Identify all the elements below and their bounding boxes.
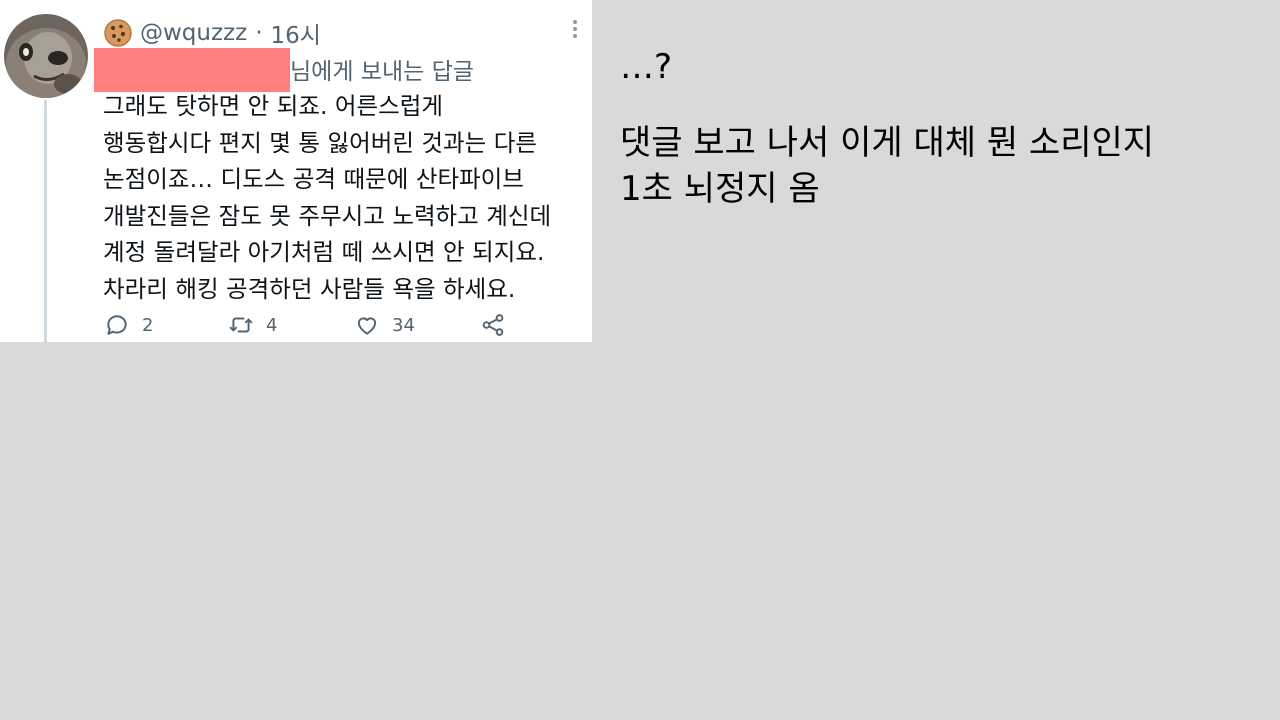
cookie-icon xyxy=(104,19,132,47)
commentary: …? 댓글 보고 나서 이게 대체 뭔 소리인지 1초 뇌정지 옴 xyxy=(620,44,1154,212)
tweet-body-line: 계정 돌려달라 아기처럼 떼 쓰시면 안 되지요. xyxy=(103,238,545,266)
more-icon[interactable] xyxy=(569,18,581,40)
reply-count: 2 xyxy=(142,314,154,336)
tweet-body-line: 행동합시다 편지 몇 통 잃어버린 것과는 다른 xyxy=(103,128,537,157)
like-icon xyxy=(357,317,377,335)
like-button[interactable]: 34 xyxy=(354,312,415,338)
retweet-count: 4 xyxy=(266,314,278,336)
tweet-timestamp[interactable]: 16시 xyxy=(271,16,321,50)
retweet-icon xyxy=(229,317,253,333)
tweet-body-line: 그래도 탓하면 안 되죠. 어른스럽게 xyxy=(103,92,444,120)
comment-gap xyxy=(620,90,1154,120)
author-handle[interactable]: @wquzzz xyxy=(140,20,247,46)
tweet-header: @wquzzz · 16시 xyxy=(104,16,321,50)
thread-line xyxy=(44,100,47,342)
tweet-card: @wquzzz · 16시 님에게 보내는 답글 그래도 탓하면 안 되죠. 어… xyxy=(0,0,592,342)
tweet-body-line: 차라리 해킹 공격하던 사람들 욕을 하세요. xyxy=(103,274,516,303)
tweet-body-line: 개발진들은 잠도 못 주무시고 노력하고 계신데 xyxy=(103,201,552,230)
comment-line-1: …? xyxy=(620,47,673,87)
comment-line-3: 1초 뇌정지 옴 xyxy=(620,169,820,209)
avatar[interactable] xyxy=(4,14,88,98)
tweet-actions: 2 4 34 xyxy=(104,312,584,342)
like-count: 34 xyxy=(392,314,415,336)
reply-icon xyxy=(107,315,127,335)
reply-button[interactable]: 2 xyxy=(104,312,153,338)
redaction-box xyxy=(94,48,290,92)
retweet-button[interactable]: 4 xyxy=(228,312,277,338)
share-button[interactable] xyxy=(480,312,518,338)
tweet-body: 그래도 탓하면 안 되죠. 어른스럽게 행동합시다 편지 몇 통 잃어버린 것과… xyxy=(103,88,589,307)
tweet-body-line: 논점이죠… 디도스 공격 때문에 산타파이브 xyxy=(103,165,524,193)
header-separator: · xyxy=(255,20,263,46)
comment-line-2: 댓글 보고 나서 이게 대체 뭔 소리인지 xyxy=(620,123,1155,163)
reply-to-label: 님에게 보내는 답글 xyxy=(290,59,474,85)
share-icon xyxy=(482,314,504,336)
screenshot-stage: @wquzzz · 16시 님에게 보내는 답글 그래도 탓하면 안 되죠. 어… xyxy=(0,0,1280,720)
